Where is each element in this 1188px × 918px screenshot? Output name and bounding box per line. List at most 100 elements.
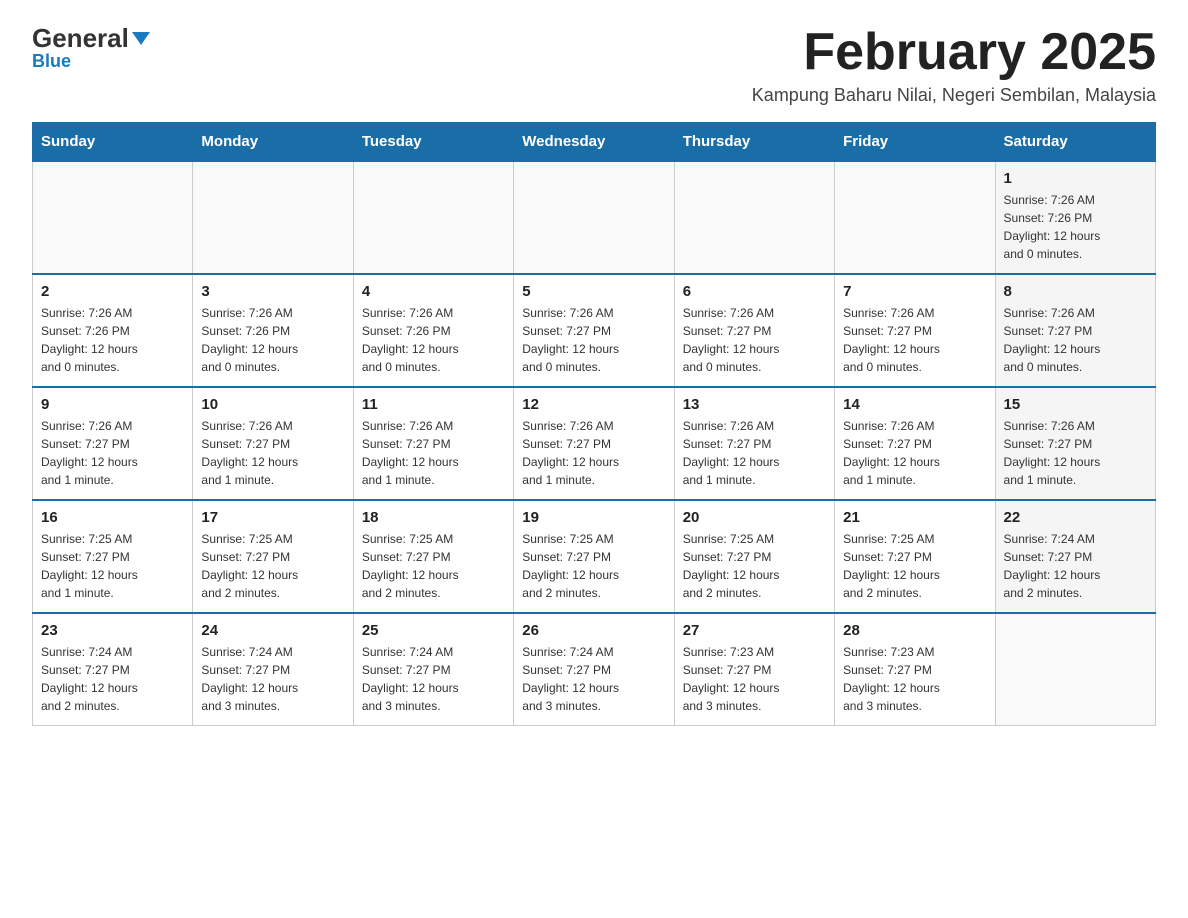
- page-header: General Blue February 2025 Kampung Bahar…: [32, 24, 1156, 106]
- calendar-cell: 14 Sunrise: 7:26 AMSunset: 7:27 PMDayligh…: [835, 387, 995, 500]
- calendar-cell: 28Sunrise: 7:23 AMSunset: 7:27 PMDayligh…: [835, 613, 995, 726]
- day-number: 22: [1004, 509, 1147, 526]
- day-number: 9: [41, 396, 184, 413]
- day-number: 3: [201, 283, 344, 300]
- weekday-header-sunday: Sunday: [33, 123, 193, 162]
- calendar-cell: [514, 161, 674, 274]
- calendar-cell: 3 Sunrise: 7:26 AMSunset: 7:26 PMDaylight…: [193, 274, 353, 387]
- calendar-cell: 8 Sunrise: 7:26 AMSunset: 7:27 PMDaylight…: [995, 274, 1155, 387]
- day-info: Sunrise: 7:25 AMSunset: 7:27 PMDaylight:…: [362, 530, 505, 602]
- calendar-cell: 1 Sunrise: 7:26 AMSunset: 7:26 PMDaylight…: [995, 161, 1155, 274]
- day-number: 25: [362, 622, 505, 639]
- day-number: 18: [362, 509, 505, 526]
- day-info: Sunrise: 7:25 AMSunset: 7:27 PMDaylight:…: [843, 530, 986, 602]
- day-info: Sunrise: 7:26 AMSunset: 7:27 PMDaylight:…: [1004, 417, 1147, 489]
- logo-blue: Blue: [32, 51, 71, 72]
- day-info: Sunrise: 7:26 AMSunset: 7:26 PMDaylight:…: [1004, 191, 1147, 263]
- calendar-cell: 16 Sunrise: 7:25 AMSunset: 7:27 PMDayligh…: [33, 500, 193, 613]
- calendar-cell: 4Sunrise: 7:26 AMSunset: 7:26 PMDaylight…: [353, 274, 513, 387]
- calendar-table: SundayMondayTuesdayWednesdayThursdayFrid…: [32, 122, 1156, 726]
- calendar-cell: 17 Sunrise: 7:25 AMSunset: 7:27 PMDayligh…: [193, 500, 353, 613]
- calendar-week-row: 2 Sunrise: 7:26 AMSunset: 7:26 PMDaylight…: [33, 274, 1156, 387]
- calendar-cell: 19 Sunrise: 7:25 AMSunset: 7:27 PMDayligh…: [514, 500, 674, 613]
- day-number: 17: [201, 509, 344, 526]
- day-info: Sunrise: 7:24 AMSunset: 7:27 PMDaylight:…: [201, 643, 344, 715]
- day-info: Sunrise: 7:25 AMSunset: 7:27 PMDaylight:…: [683, 530, 826, 602]
- calendar-cell: 12 Sunrise: 7:26 AMSunset: 7:27 PMDayligh…: [514, 387, 674, 500]
- day-info: Sunrise: 7:26 AMSunset: 7:27 PMDaylight:…: [362, 417, 505, 489]
- day-info: Sunrise: 7:25 AMSunset: 7:27 PMDaylight:…: [522, 530, 665, 602]
- day-number: 26: [522, 622, 665, 639]
- day-info: Sunrise: 7:24 AMSunset: 7:27 PMDaylight:…: [362, 643, 505, 715]
- day-info: Sunrise: 7:26 AMSunset: 7:26 PMDaylight:…: [201, 304, 344, 376]
- weekday-header-friday: Friday: [835, 123, 995, 162]
- logo: General Blue: [32, 24, 150, 72]
- calendar-cell: [353, 161, 513, 274]
- day-info: Sunrise: 7:24 AMSunset: 7:27 PMDaylight:…: [1004, 530, 1147, 602]
- day-number: 16: [41, 509, 184, 526]
- calendar-cell: 13 Sunrise: 7:26 AMSunset: 7:27 PMDayligh…: [674, 387, 834, 500]
- day-number: 11: [362, 396, 505, 413]
- day-number: 1: [1004, 170, 1147, 187]
- day-number: 13: [683, 396, 826, 413]
- calendar-cell: 10Sunrise: 7:26 AMSunset: 7:27 PMDayligh…: [193, 387, 353, 500]
- day-info: Sunrise: 7:26 AMSunset: 7:27 PMDaylight:…: [843, 417, 986, 489]
- day-info: Sunrise: 7:25 AMSunset: 7:27 PMDaylight:…: [201, 530, 344, 602]
- calendar-cell: 2 Sunrise: 7:26 AMSunset: 7:26 PMDaylight…: [33, 274, 193, 387]
- weekday-header-monday: Monday: [193, 123, 353, 162]
- weekday-header-saturday: Saturday: [995, 123, 1155, 162]
- day-info: Sunrise: 7:26 AMSunset: 7:27 PMDaylight:…: [522, 417, 665, 489]
- day-number: 15: [1004, 396, 1147, 413]
- weekday-header-tuesday: Tuesday: [353, 123, 513, 162]
- calendar-cell: 9Sunrise: 7:26 AMSunset: 7:27 PMDaylight…: [33, 387, 193, 500]
- calendar-week-row: 16 Sunrise: 7:25 AMSunset: 7:27 PMDayligh…: [33, 500, 1156, 613]
- calendar-cell: 22 Sunrise: 7:24 AMSunset: 7:27 PMDayligh…: [995, 500, 1155, 613]
- title-block: February 2025 Kampung Baharu Nilai, Nege…: [752, 24, 1156, 106]
- day-number: 14: [843, 396, 986, 413]
- weekday-header-wednesday: Wednesday: [514, 123, 674, 162]
- day-info: Sunrise: 7:26 AMSunset: 7:27 PMDaylight:…: [683, 304, 826, 376]
- calendar-cell: 20 Sunrise: 7:25 AMSunset: 7:27 PMDayligh…: [674, 500, 834, 613]
- calendar-cell: [995, 613, 1155, 726]
- day-number: 23: [41, 622, 184, 639]
- calendar-week-row: 1 Sunrise: 7:26 AMSunset: 7:26 PMDaylight…: [33, 161, 1156, 274]
- month-title: February 2025: [752, 24, 1156, 81]
- calendar-week-row: 23 Sunrise: 7:24 AMSunset: 7:27 PMDayligh…: [33, 613, 1156, 726]
- calendar-cell: [674, 161, 834, 274]
- calendar-cell: 23 Sunrise: 7:24 AMSunset: 7:27 PMDayligh…: [33, 613, 193, 726]
- day-number: 7: [843, 283, 986, 300]
- day-number: 24: [201, 622, 344, 639]
- day-number: 5: [522, 283, 665, 300]
- calendar-cell: [835, 161, 995, 274]
- day-number: 20: [683, 509, 826, 526]
- day-info: Sunrise: 7:23 AMSunset: 7:27 PMDaylight:…: [683, 643, 826, 715]
- day-number: 12: [522, 396, 665, 413]
- day-info: Sunrise: 7:23 AMSunset: 7:27 PMDaylight:…: [843, 643, 986, 715]
- calendar-cell: 6 Sunrise: 7:26 AMSunset: 7:27 PMDaylight…: [674, 274, 834, 387]
- day-info: Sunrise: 7:26 AMSunset: 7:27 PMDaylight:…: [201, 417, 344, 489]
- logo-general: General: [32, 24, 150, 53]
- day-info: Sunrise: 7:24 AMSunset: 7:27 PMDaylight:…: [41, 643, 184, 715]
- day-info: Sunrise: 7:26 AMSunset: 7:27 PMDaylight:…: [1004, 304, 1147, 376]
- day-info: Sunrise: 7:26 AMSunset: 7:27 PMDaylight:…: [843, 304, 986, 376]
- day-info: Sunrise: 7:26 AMSunset: 7:26 PMDaylight:…: [41, 304, 184, 376]
- calendar-cell: 26 Sunrise: 7:24 AMSunset: 7:27 PMDayligh…: [514, 613, 674, 726]
- day-number: 19: [522, 509, 665, 526]
- day-info: Sunrise: 7:26 AMSunset: 7:27 PMDaylight:…: [683, 417, 826, 489]
- calendar-header-row: SundayMondayTuesdayWednesdayThursdayFrid…: [33, 123, 1156, 162]
- calendar-cell: 5Sunrise: 7:26 AMSunset: 7:27 PMDaylight…: [514, 274, 674, 387]
- day-number: 6: [683, 283, 826, 300]
- calendar-cell: [193, 161, 353, 274]
- calendar-cell: 7 Sunrise: 7:26 AMSunset: 7:27 PMDaylight…: [835, 274, 995, 387]
- day-info: Sunrise: 7:24 AMSunset: 7:27 PMDaylight:…: [522, 643, 665, 715]
- day-number: 21: [843, 509, 986, 526]
- day-number: 2: [41, 283, 184, 300]
- calendar-cell: [33, 161, 193, 274]
- location-subtitle: Kampung Baharu Nilai, Negeri Sembilan, M…: [752, 85, 1156, 106]
- calendar-cell: 25 Sunrise: 7:24 AMSunset: 7:27 PMDayligh…: [353, 613, 513, 726]
- calendar-cell: 15 Sunrise: 7:26 AMSunset: 7:27 PMDayligh…: [995, 387, 1155, 500]
- day-info: Sunrise: 7:25 AMSunset: 7:27 PMDaylight:…: [41, 530, 184, 602]
- day-number: 8: [1004, 283, 1147, 300]
- day-number: 27: [683, 622, 826, 639]
- day-info: Sunrise: 7:26 AMSunset: 7:26 PMDaylight:…: [362, 304, 505, 376]
